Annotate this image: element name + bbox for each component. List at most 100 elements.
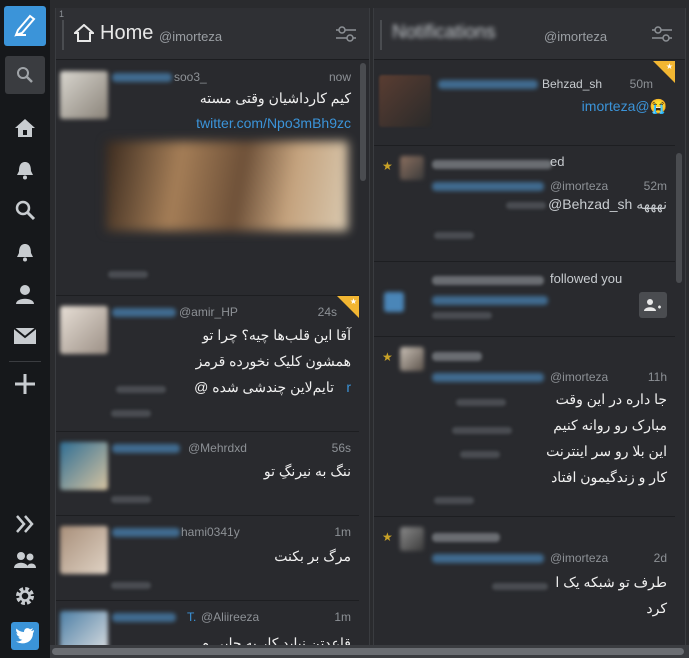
notifications-icon [17,162,33,180]
drag-handle[interactable] [62,20,64,50]
tweet[interactable]: soo3_ now کیم کارداشیان وقتی مسته twitte… [56,61,359,296]
tweet-handle[interactable]: @Aliireeza [201,610,259,624]
notifications-column-header[interactable]: Notifications @imorteza [374,8,685,60]
tweet-actions[interactable] [111,582,151,589]
blurred-name [432,554,544,563]
column-account-handle: @imorteza [159,29,223,44]
star-icon: ★ [382,530,393,544]
tweet-time[interactable]: 1m [334,525,351,539]
nav-notifications-button[interactable] [5,152,45,188]
follow-back-button[interactable] [639,292,667,318]
horizontal-scrollbar-thumb[interactable] [52,648,684,655]
avatar[interactable] [400,347,424,371]
tweet-handle[interactable]: @amir_HP [179,305,238,319]
tweet-actions[interactable] [434,497,474,504]
settings-button[interactable] [5,578,45,614]
avatar[interactable] [379,75,431,127]
nav-profile-button[interactable] [5,276,45,312]
home-scrollbar[interactable] [360,63,366,181]
blurred-name [112,444,180,453]
add-column-icon [15,374,35,394]
search-icon [17,67,33,83]
notification-handle[interactable]: @imorteza [550,370,608,384]
tweet-time[interactable]: now [329,70,351,84]
star-icon: ★ [665,62,673,71]
add-column-button[interactable] [5,366,45,402]
accounts-button[interactable] [5,542,45,578]
column-settings-icon[interactable] [335,25,357,43]
settings-icon [16,587,34,605]
tweet-actions[interactable] [108,271,148,278]
tweet-text-line: همشون کلیک نخورده قرمز [195,353,351,369]
blurred-text [460,451,500,458]
nav-activity-button[interactable] [5,234,45,270]
notification-item[interactable]: ★ @imorteza 2d طرف تو شبکه یک ا کرد [374,517,675,657]
notification-time[interactable]: 50m [630,77,653,91]
tweet-actions[interactable] [111,410,151,417]
notification-item[interactable]: followed you [374,262,675,337]
tweet-handle[interactable]: @Mehrdxd [188,441,247,455]
blurred-text [492,583,548,590]
search-button[interactable] [5,56,45,94]
tweet-actions[interactable] [111,496,151,503]
tweet-time[interactable]: 24s [318,305,337,319]
notification-handle[interactable]: @imorteza [550,551,608,565]
notification-text-line: جا داره در این وقت [555,391,667,407]
notifications-scrollbar[interactable] [676,153,682,283]
tweet[interactable]: @Mehrdxd 56s ننگ به نیرنگِ تو [56,432,359,516]
nav-messages-button[interactable] [5,318,45,354]
compose-icon [14,14,36,37]
avatar[interactable] [60,306,108,354]
blurred-text [456,399,506,406]
home-column: 1 Home @imorteza soo3_ now کیم کارداشیان… [55,8,370,658]
blurred-name [432,352,482,361]
notification-time[interactable]: 2d [654,551,667,565]
notification-item[interactable]: ★ @imorteza 11h جا داره در این وقت مبارک… [374,337,675,517]
notification-item[interactable]: ★ ed @imorteza 52m @Behzad_sh نهههه [374,146,675,262]
home-icon [74,24,94,42]
tweet-time[interactable]: 1m [334,610,351,624]
star-icon: ★ [382,350,393,364]
blurred-name [112,308,176,317]
tweet-display-prefix[interactable]: T. [187,610,196,624]
tweet-media-image[interactable] [106,141,348,231]
column-title: Notifications [392,22,496,43]
notification-handle[interactable]: Behzad_sh [542,77,602,91]
home-icon [15,119,35,137]
compose-button[interactable] [4,6,46,46]
blurred-name [438,80,538,89]
blurred-text [116,386,166,393]
tweet[interactable]: ★ @amir_HP 24s آقا این قلب‌ها چیه؟ چرا ت… [56,296,359,432]
notification-text-line: کرد [646,600,667,616]
notifications-timeline[interactable]: ★ Behzad_sh 50m imorteza@😭 ★ ed @imortez… [374,61,685,658]
mention-link[interactable]: r [346,374,351,400]
nav-home-button[interactable] [5,110,45,146]
user-icon [16,285,34,304]
tweet-handle[interactable]: soo3_ [174,70,207,84]
notification-time[interactable]: 11h [648,370,667,384]
notification-text-line: این بلا رو سر اینترنت [546,443,667,459]
blurred-text [506,202,546,209]
mention-link[interactable]: imorteza@😭 [582,93,667,119]
avatar[interactable] [60,442,108,490]
tweet-time[interactable]: 56s [332,441,351,455]
add-user-icon [644,299,661,311]
home-column-timeline[interactable]: soo3_ now کیم کارداشیان وقتی مسته twitte… [56,61,369,658]
avatar[interactable] [400,156,424,180]
tweet-link[interactable]: twitter.com/Npo3mBh9zc [196,110,351,136]
nav-sidebar [0,0,50,658]
home-column-header[interactable]: 1 Home @imorteza [56,8,369,60]
avatar[interactable] [400,527,424,551]
drag-handle[interactable] [380,20,382,50]
avatar[interactable] [60,71,108,119]
column-title: Home [100,22,154,44]
notification-item[interactable]: ★ Behzad_sh 50m imorteza@😭 [374,61,675,146]
nav-search-column-button[interactable] [5,192,45,228]
tweet-actions[interactable] [434,232,474,239]
tweet-handle[interactable]: hami0341y [181,525,240,539]
tweet[interactable]: hami0341y 1m مرگ بر بکنت [56,516,359,601]
avatar[interactable] [60,526,108,574]
expand-button[interactable] [5,506,45,542]
column-settings-icon[interactable] [651,25,673,43]
twitter-button[interactable] [11,622,39,650]
